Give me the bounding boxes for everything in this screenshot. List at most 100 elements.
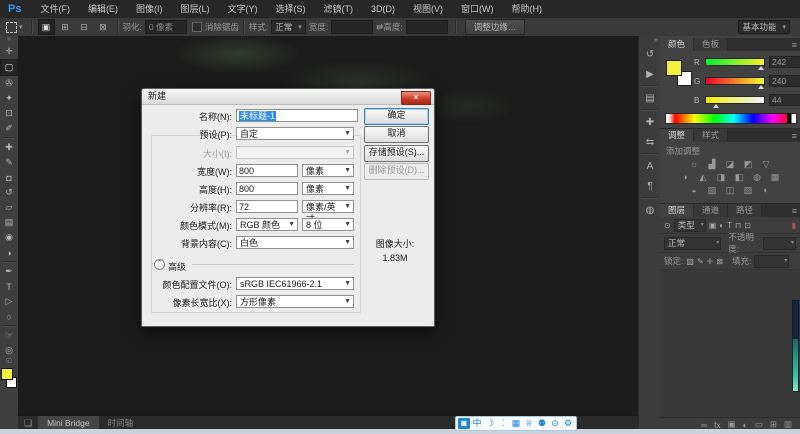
menu-view[interactable]: 视图(V): [404, 0, 452, 18]
selection-new-button[interactable]: ▣: [38, 19, 55, 35]
eraser-tool[interactable]: ▱: [1, 200, 17, 215]
move-tool[interactable]: ✛: [1, 44, 17, 59]
width-input[interactable]: 800: [236, 164, 298, 177]
pen-tool[interactable]: ✒: [1, 264, 17, 279]
menu-filter[interactable]: 滤镜(T): [314, 0, 362, 18]
panel-menu-icon[interactable]: ≡: [792, 206, 797, 216]
filter-toggle-icon[interactable]: ▮: [792, 221, 796, 230]
tab-layers[interactable]: 图层: [660, 204, 694, 217]
blend-mode-dropdown[interactable]: 正常▾: [664, 237, 721, 250]
save-preset-button[interactable]: 存储预设(S)...: [364, 145, 429, 162]
layer-style-icon[interactable]: fx: [714, 420, 721, 430]
resolution-input[interactable]: 72: [236, 200, 298, 213]
panel-menu-icon[interactable]: ≡: [792, 40, 797, 50]
ime-logo-icon[interactable]: ◙: [458, 418, 470, 429]
slider-thumb-icon[interactable]: [758, 66, 764, 70]
lock-position-icon[interactable]: ✛: [707, 257, 714, 266]
exposure-icon[interactable]: ◩: [743, 159, 754, 170]
vibrance-icon[interactable]: ▽: [761, 159, 772, 170]
expand-panels-icon[interactable]: »: [639, 36, 661, 44]
menu-select[interactable]: 选择(S): [266, 0, 314, 18]
width-input[interactable]: [331, 20, 373, 34]
ok-button[interactable]: 确定: [364, 108, 429, 125]
actions-panel-icon[interactable]: ▶: [640, 64, 660, 84]
character-panel-icon[interactable]: A: [640, 156, 660, 176]
foreground-color-swatch[interactable]: [1, 368, 13, 380]
filter-type-dropdown[interactable]: 类型▾: [674, 219, 706, 232]
selection-intersect-button[interactable]: ⊠: [95, 19, 112, 35]
color-spectrum-ramp[interactable]: [665, 113, 797, 124]
history-panel-icon[interactable]: ↺: [640, 44, 660, 64]
selection-add-button[interactable]: ⊞: [57, 19, 74, 35]
gradient-tool[interactable]: ▤: [1, 215, 17, 230]
ime-language-icon[interactable]: 中: [471, 418, 483, 429]
bit-depth-dropdown[interactable]: 8 位▼: [302, 218, 354, 231]
selective-color-icon[interactable]: ▧: [743, 185, 754, 196]
menu-type[interactable]: 文字(Y): [218, 0, 266, 18]
tab-timeline[interactable]: 时间轴: [99, 416, 143, 430]
blue-value-input[interactable]: 44: [769, 94, 800, 106]
brush-tool[interactable]: ✎: [1, 155, 17, 170]
height-unit-dropdown[interactable]: 像素▼: [302, 182, 354, 195]
tab-color[interactable]: 颜色: [660, 38, 694, 51]
cancel-button[interactable]: 取消: [364, 126, 429, 143]
selection-subtract-button[interactable]: ⊟: [76, 19, 93, 35]
smart-object-filter-icon[interactable]: ⊡: [744, 221, 751, 230]
ime-account-icon[interactable]: ⚉: [536, 418, 548, 429]
lock-all-icon[interactable]: ⊠: [716, 257, 723, 266]
slider-thumb-icon[interactable]: [713, 104, 719, 108]
threshold-icon[interactable]: ◫: [725, 185, 736, 196]
name-input[interactable]: 未标题-1: [236, 109, 358, 122]
green-slider[interactable]: [705, 77, 765, 85]
ime-settings-icon[interactable]: ⚙: [562, 418, 574, 429]
color-lookup-icon[interactable]: ▦: [770, 172, 781, 183]
brightness-contrast-icon[interactable]: ☼: [689, 159, 700, 170]
path-select-tool[interactable]: ▷: [1, 294, 17, 309]
tab-swatches[interactable]: 色板: [694, 38, 728, 51]
ime-search-icon[interactable]: ⊙: [549, 418, 561, 429]
blue-slider[interactable]: [705, 96, 765, 104]
antialias-checkbox[interactable]: [192, 22, 202, 32]
clone-stamp-tool[interactable]: ◘: [1, 170, 17, 185]
pixel-layer-filter-icon[interactable]: ▣: [709, 221, 717, 230]
paragraph-panel-icon[interactable]: ¶: [640, 176, 660, 196]
menu-3d[interactable]: 3D(D): [362, 0, 404, 18]
fill-input[interactable]: ▾: [754, 255, 789, 268]
curves-icon[interactable]: ◪: [725, 159, 736, 170]
color-mode-dropdown[interactable]: RGB 颜色▼: [236, 218, 298, 231]
lasso-tool[interactable]: ✇: [1, 76, 17, 91]
opacity-input[interactable]: ▾: [763, 237, 796, 250]
blur-tool[interactable]: ◉: [1, 230, 17, 245]
black-white-icon[interactable]: ◨: [716, 172, 727, 183]
layers-list[interactable]: [660, 270, 800, 417]
eyedropper-tool[interactable]: ✐: [1, 121, 17, 136]
levels-icon[interactable]: ▟: [707, 159, 718, 170]
menu-help[interactable]: 帮助(H): [502, 0, 551, 18]
height-input[interactable]: 800: [236, 182, 298, 195]
magic-wand-tool[interactable]: ✦: [1, 91, 17, 106]
tool-presets-panel-icon[interactable]: ✚: [640, 112, 660, 132]
ime-halfwidth-icon[interactable]: ☽: [484, 418, 496, 429]
close-icon[interactable]: ✕: [401, 91, 431, 105]
black-white-swatch[interactable]: [787, 114, 796, 123]
kuler-panel-icon[interactable]: ◍: [640, 200, 660, 220]
hand-tool[interactable]: ☞: [1, 328, 17, 343]
type-tool[interactable]: T: [1, 279, 17, 294]
tab-styles[interactable]: 样式: [694, 129, 728, 142]
gradient-map-icon[interactable]: ◐: [761, 185, 772, 196]
resolution-unit-dropdown[interactable]: 像素/英寸▼: [302, 200, 354, 213]
posterize-icon[interactable]: ▨: [707, 185, 718, 196]
channel-mixer-icon[interactable]: ◍: [752, 172, 763, 183]
invert-icon[interactable]: ◒: [689, 185, 700, 196]
tab-mini-bridge[interactable]: Mini Bridge: [38, 416, 99, 430]
mini-bridge-panel-icon[interactable]: ❏: [18, 418, 38, 429]
menu-window[interactable]: 窗口(W): [452, 0, 503, 18]
adjustment-layer-icon[interactable]: ◐: [743, 420, 748, 430]
advanced-collapse-icon[interactable]: ⌃: [154, 259, 165, 270]
crop-tool[interactable]: ⊡: [1, 106, 17, 121]
type-layer-filter-icon[interactable]: T: [727, 221, 732, 230]
healing-brush-tool[interactable]: ✚: [1, 140, 17, 155]
ime-skin-icon[interactable]: ♕: [523, 418, 535, 429]
menu-file[interactable]: 文件(F): [31, 0, 79, 18]
menu-layer[interactable]: 图层(L): [171, 0, 218, 18]
